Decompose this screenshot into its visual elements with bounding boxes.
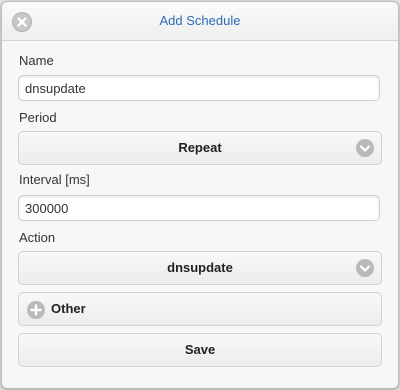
period-label: Period xyxy=(19,110,57,125)
save-button-label: Save xyxy=(184,342,216,357)
name-input[interactable] xyxy=(18,75,380,101)
dialog-header: Add Schedule xyxy=(2,2,398,41)
interval-label: Interval [ms] xyxy=(19,172,90,187)
dialog-title: Add Schedule xyxy=(159,13,241,28)
other-label: Other xyxy=(51,301,86,316)
action-select-value: dnsupdate xyxy=(167,260,233,275)
plus-icon xyxy=(27,301,45,319)
name-label: Name xyxy=(19,53,54,68)
period-select[interactable]: Repeat xyxy=(18,131,382,165)
chevron-down-icon xyxy=(356,259,374,277)
other-collapsible[interactable]: Other xyxy=(18,292,382,326)
save-button[interactable]: Save xyxy=(18,333,382,367)
interval-input[interactable] xyxy=(18,195,380,221)
action-label: Action xyxy=(19,230,56,245)
add-schedule-dialog: Add Schedule Name Period Repeat Interval… xyxy=(1,1,399,389)
action-select[interactable]: dnsupdate xyxy=(18,251,382,285)
period-select-value: Repeat xyxy=(178,140,222,155)
chevron-down-icon xyxy=(356,139,374,157)
